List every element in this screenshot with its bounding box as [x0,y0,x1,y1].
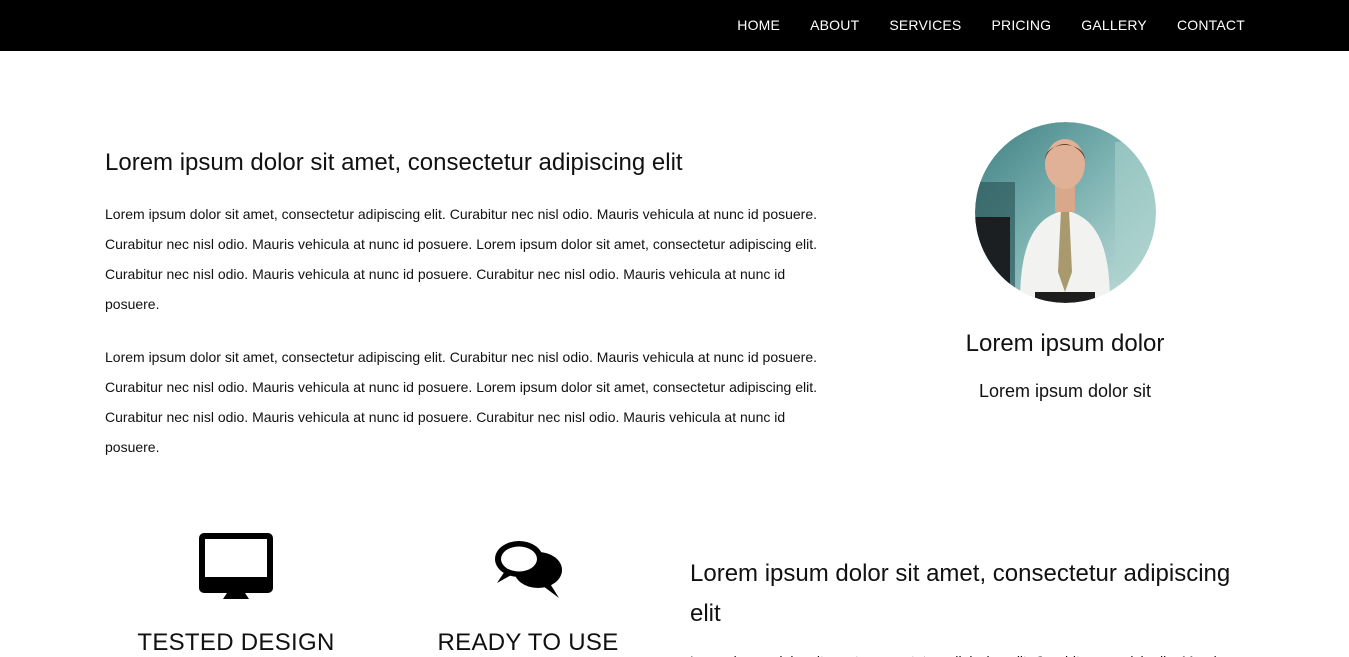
nav-link-services[interactable]: SERVICES [889,17,961,33]
profile-name: Lorem ipsum dolor [965,330,1165,357]
section-paragraph: Lorem ipsum dolor sit amet, consectetur … [690,646,1250,657]
intro-paragraph: Lorem ipsum dolor sit amet, consectetur … [105,206,818,312]
feature-tested-design: TESTED DESIGN [106,531,366,657]
intro-section: Lorem ipsum dolor sit amet, consectetur … [105,146,840,462]
chat-bubbles-icon [495,541,562,598]
nav-link-home[interactable]: HOME [737,17,780,33]
profile-role: Lorem ipsum dolor sit [978,381,1152,401]
profile-card: Lorem ipsum dolor Lorem ipsum dolor sit [945,122,1185,403]
secondary-text-section: Lorem ipsum dolor sit amet, consectetur … [690,554,1250,657]
nav-link-about[interactable]: ABOUT [810,17,859,33]
intro-paragraph: Lorem ipsum dolor sit amet, consectetur … [105,349,818,455]
intro-heading: Lorem ipsum dolor sit amet, consectetur … [105,149,683,176]
feature-label: TESTED DESIGN [137,629,335,656]
avatar [974,122,1156,303]
feature-label: READY TO USE [437,629,619,656]
nav-menu: HOME ABOUT SERVICES PRICING GALLERY CONT… [707,0,1245,51]
top-navigation-bar: HOME ABOUT SERVICES PRICING GALLERY CONT… [0,0,1349,51]
section-heading: Lorem ipsum dolor sit amet, consectetur … [690,560,1231,627]
nav-link-gallery[interactable]: GALLERY [1081,17,1147,33]
nav-link-contact[interactable]: CONTACT [1177,17,1245,33]
monitor-icon [199,533,273,599]
feature-ready-to-use: READY TO USE [398,537,658,657]
nav-link-pricing[interactable]: PRICING [991,17,1051,33]
